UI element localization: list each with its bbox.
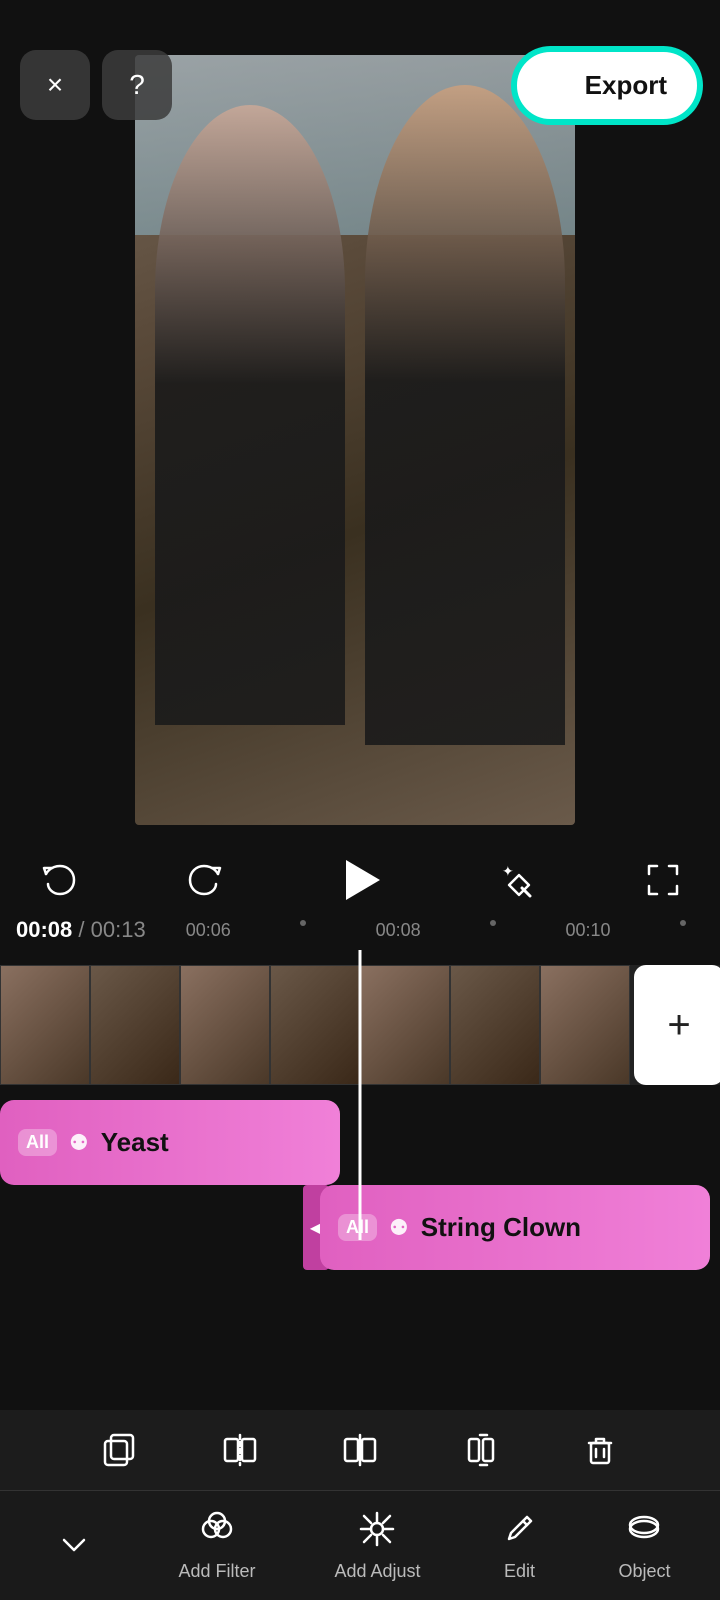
clip-yeast[interactable]: All ⚉ Yeast	[0, 1100, 340, 1185]
playhead-line	[359, 950, 362, 1240]
film-frame-4	[270, 965, 360, 1085]
magic-button[interactable]: ✦	[486, 853, 541, 908]
nav-add-adjust-label: Add Adjust	[334, 1561, 420, 1582]
person-left	[155, 105, 345, 725]
time-dot-1	[300, 920, 306, 926]
film-frame-3	[180, 965, 270, 1085]
nav-add-adjust[interactable]: Add Adjust	[334, 1509, 420, 1582]
upload-icon	[547, 68, 575, 103]
object-icon	[624, 1509, 664, 1557]
export-button[interactable]: Export	[514, 49, 700, 122]
nav-edit[interactable]: Edit	[499, 1509, 539, 1582]
undo-button[interactable]	[30, 853, 85, 908]
close-button[interactable]: ×	[20, 50, 90, 120]
video-frame	[135, 55, 575, 825]
film-frame-1	[0, 965, 90, 1085]
split-mid-button[interactable]	[328, 1418, 393, 1483]
adjust-icon	[357, 1509, 397, 1557]
time-marker-2: 00:08	[376, 920, 421, 941]
play-icon	[346, 860, 380, 900]
film-frame-5	[360, 965, 450, 1085]
nav-edit-label: Edit	[504, 1561, 535, 1582]
nav-object-label: Object	[618, 1561, 670, 1582]
film-frame-7	[540, 965, 630, 1085]
person-right	[365, 85, 565, 745]
add-clip-button[interactable]: +	[634, 965, 720, 1085]
fullscreen-button[interactable]	[635, 853, 690, 908]
total-time: 00:13	[85, 917, 146, 943]
clip-string-clown[interactable]: All ⚉ String Clown	[320, 1185, 710, 1270]
edit-icon	[499, 1509, 539, 1557]
help-icon: ?	[129, 69, 145, 101]
export-label: Export	[585, 70, 667, 101]
bottom-nav: Add Filter Add Adjust Edit	[0, 1490, 720, 1600]
video-preview	[135, 55, 575, 825]
close-icon: ×	[47, 69, 63, 101]
time-marker-3: 00:10	[566, 920, 611, 941]
clip-yeast-badge: All	[18, 1129, 57, 1156]
clip-string-badge: All	[338, 1214, 377, 1241]
film-frame-2	[90, 965, 180, 1085]
clip-yeast-icon: ⚉	[69, 1130, 89, 1156]
time-dot-2	[490, 920, 496, 926]
playback-controls: ✦	[0, 840, 720, 920]
top-left-buttons: × ?	[20, 50, 172, 120]
time-marker-1: 00:06	[186, 920, 231, 941]
clip-string-name: String Clown	[421, 1212, 581, 1243]
time-dot-3	[680, 920, 686, 926]
filter-icon	[197, 1509, 237, 1557]
redo-button[interactable]	[179, 853, 234, 908]
play-button[interactable]	[328, 848, 393, 913]
nav-add-filter-label: Add Filter	[178, 1561, 255, 1582]
bottom-tools	[0, 1410, 720, 1490]
top-bar: × ? Export	[0, 0, 720, 140]
current-time: 00:08	[16, 917, 72, 943]
split-right-button[interactable]	[448, 1418, 513, 1483]
help-button[interactable]: ?	[102, 50, 172, 120]
svg-text:✦: ✦	[502, 863, 514, 879]
nav-add-filter[interactable]: Add Filter	[178, 1509, 255, 1582]
delete-tool-button[interactable]	[568, 1418, 633, 1483]
duplicate-tool-button[interactable]	[88, 1418, 153, 1483]
collapse-button[interactable]	[49, 1521, 99, 1571]
clip-string-icon: ⚉	[389, 1215, 409, 1241]
timeline-time: 00:08 / 00:13 00:06 00:08 00:10	[0, 910, 720, 950]
time-markers: 00:06 00:08 00:10	[186, 920, 704, 941]
nav-object[interactable]: Object	[618, 1509, 670, 1582]
film-frame-6	[450, 965, 540, 1085]
split-left-button[interactable]	[208, 1418, 273, 1483]
clip-yeast-name: Yeast	[101, 1127, 169, 1158]
